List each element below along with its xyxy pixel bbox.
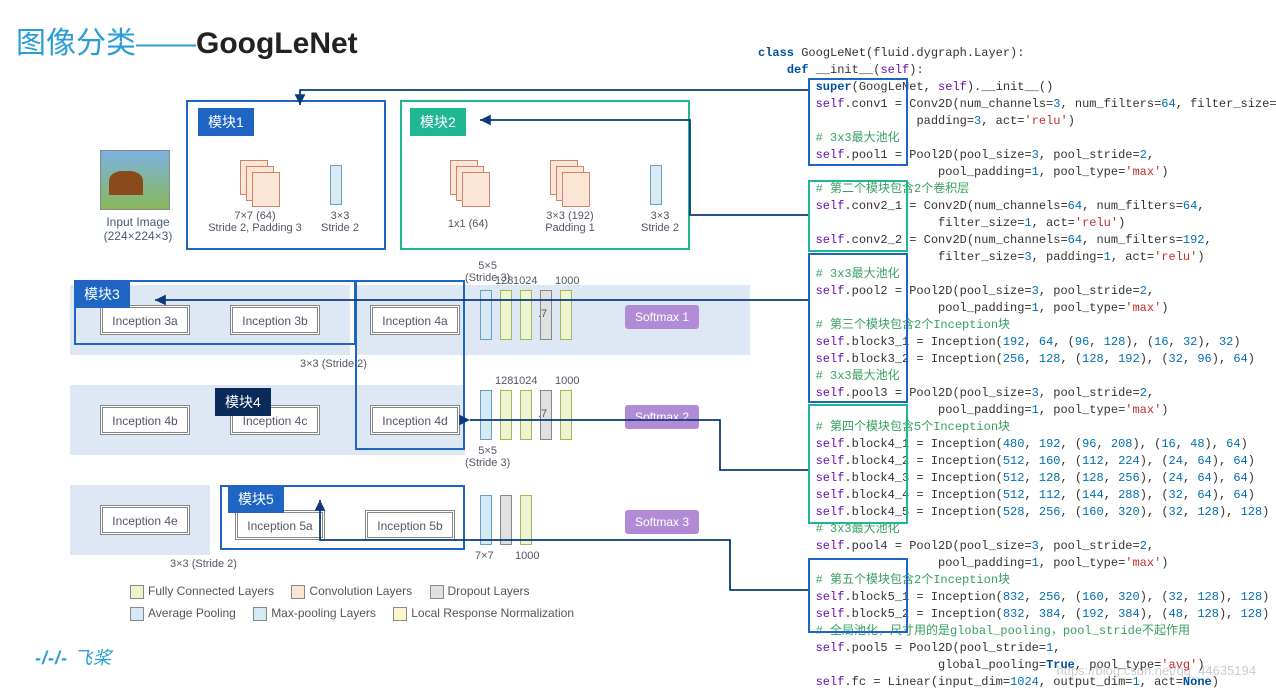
legend-fc: Fully Connected Layers bbox=[148, 584, 274, 598]
softmax-1: Softmax 1 bbox=[625, 305, 699, 329]
title-cn: 图像分类—— bbox=[16, 27, 196, 60]
module2-pool bbox=[650, 165, 662, 205]
module2-pool-label: 3×3 Stride 2 bbox=[630, 210, 690, 234]
module4-tag: 模块4 bbox=[215, 388, 271, 416]
aux2-consize: 5×5 (Stride 3) bbox=[465, 445, 510, 469]
inception-3b: Inception 3b bbox=[230, 305, 320, 335]
page-title: 图像分类——GoogLeNet bbox=[16, 18, 358, 62]
final-fc bbox=[520, 495, 532, 545]
aux1-fc2 bbox=[520, 290, 532, 340]
aux1-out bbox=[560, 290, 572, 340]
aux2-fc2 bbox=[520, 390, 532, 440]
legend: Fully Connected Layers Convolution Layer… bbox=[130, 580, 588, 624]
legend-drop: Dropout Layers bbox=[448, 584, 530, 598]
aux1-fc2-lbl: 1024 bbox=[513, 275, 537, 287]
aux2-out bbox=[560, 390, 572, 440]
module5-tag: 模块5 bbox=[228, 485, 284, 513]
title-en: GoogLeNet bbox=[196, 27, 358, 60]
aux1-fc1 bbox=[500, 290, 512, 340]
legend-conv: Convolution Layers bbox=[309, 584, 412, 598]
softmax-2: Softmax 2 bbox=[625, 405, 699, 429]
module1-pool bbox=[330, 165, 342, 205]
module2-conv1-label: 1x1 (64) bbox=[438, 218, 498, 230]
inception-4b: Inception 4b bbox=[100, 405, 190, 435]
final-drop bbox=[500, 495, 512, 545]
inception-5a: Inception 5a bbox=[235, 510, 325, 540]
final-out-lbl: 1000 bbox=[515, 550, 539, 562]
aux2-avgpool bbox=[480, 390, 492, 440]
aux1-avgpool bbox=[480, 290, 492, 340]
softmax-3: Softmax 3 bbox=[625, 510, 699, 534]
aux1-out-lbl: 1000 bbox=[555, 275, 579, 287]
inception-3a: Inception 3a bbox=[100, 305, 190, 335]
legend-max: Max-pooling Layers bbox=[271, 606, 376, 620]
aux2-fc1 bbox=[500, 390, 512, 440]
aux2-fc1-lbl: 128 bbox=[495, 375, 513, 387]
legend-avg: Average Pooling bbox=[148, 606, 236, 620]
aux2-out-lbl: 1000 bbox=[555, 375, 579, 387]
inception-5b: Inception 5b bbox=[365, 510, 455, 540]
aux2-fc2-lbl: 1024 bbox=[513, 375, 537, 387]
inception-4e: Inception 4e bbox=[100, 505, 190, 535]
code-panel: class GoogLeNet(fluid.dygraph.Layer): de… bbox=[758, 28, 1268, 691]
input-image bbox=[100, 150, 170, 210]
aux1-drop-lbl: .7 bbox=[538, 308, 547, 320]
aux2-drop-lbl: .7 bbox=[538, 408, 547, 420]
module2-conv2-label: 3×3 (192) Padding 1 bbox=[530, 210, 610, 234]
inception-4d: Inception 4d bbox=[370, 405, 460, 435]
module3-tag: 模块3 bbox=[74, 280, 130, 308]
architecture-diagram: Input Image (224×224×3) 模块1 7×7 (64) Str… bbox=[70, 90, 720, 650]
module4-pool-label: 3×3 (Stride 2) bbox=[170, 558, 237, 570]
module1-conv-label: 7×7 (64) Stride 2, Padding 3 bbox=[200, 210, 310, 234]
module1-pool-label: 3×3 Stride 2 bbox=[310, 210, 370, 234]
module2-tag: 模块2 bbox=[410, 108, 466, 136]
final-avg-lbl: 7×7 bbox=[475, 550, 494, 562]
aux1-fc1-lbl: 128 bbox=[495, 275, 513, 287]
input-image-label: Input Image (224×224×3) bbox=[88, 215, 188, 244]
final-avgpool bbox=[480, 495, 492, 545]
legend-lrn: Local Response Normalization bbox=[411, 606, 574, 620]
module1-tag: 模块1 bbox=[198, 108, 254, 136]
